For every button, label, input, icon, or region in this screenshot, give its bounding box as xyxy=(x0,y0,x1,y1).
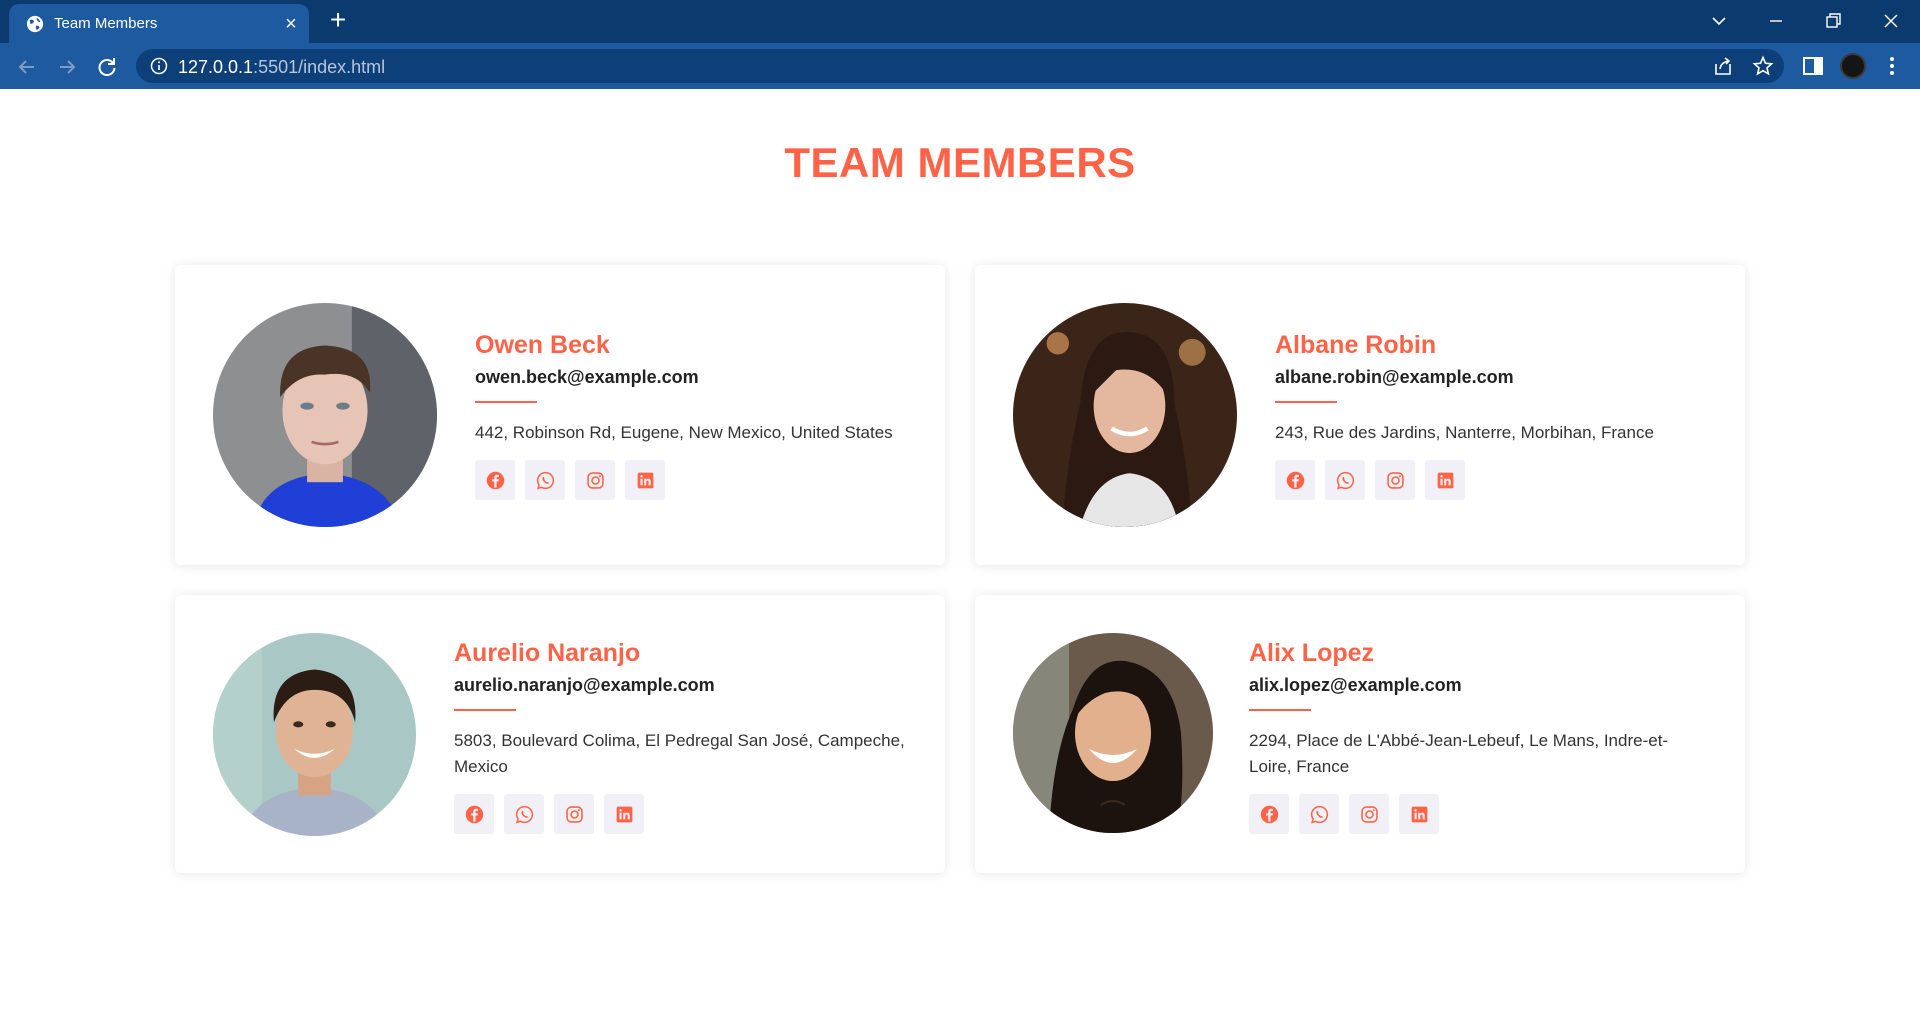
url-path: :5501/index.html xyxy=(253,57,386,77)
divider-line xyxy=(475,401,537,403)
facebook-button[interactable] xyxy=(1275,460,1315,500)
member-name: Alix Lopez xyxy=(1249,639,1375,667)
instagram-icon xyxy=(565,805,583,823)
address-bar[interactable]: 127.0.0.1:5501/index.html xyxy=(136,49,1784,83)
member-email: owen.beck@example.com xyxy=(475,367,699,387)
member-card: Aurelio Naranjo aurelio.naranjo@example.… xyxy=(175,595,945,873)
linkedin-button[interactable] xyxy=(1425,460,1465,500)
member-name: Owen Beck xyxy=(475,331,610,359)
member-name: Aurelio Naranjo xyxy=(454,639,641,667)
new-tab-icon[interactable]: + xyxy=(325,6,351,34)
divider-line xyxy=(1249,709,1311,711)
member-email: alix.lopez@example.com xyxy=(1249,675,1462,695)
member-name: Albane Robin xyxy=(1275,331,1437,359)
whatsapp-icon xyxy=(1310,805,1328,823)
instagram-icon xyxy=(1360,805,1378,823)
whatsapp-button[interactable] xyxy=(525,460,565,500)
social-links xyxy=(454,794,914,834)
member-email: albane.robin@example.com xyxy=(1275,367,1514,387)
site-info-icon[interactable] xyxy=(150,57,168,75)
linkedin-icon xyxy=(1437,472,1453,488)
page-title: TEAM MEMBERS xyxy=(784,139,1136,186)
member-photo xyxy=(213,303,437,527)
facebook-icon xyxy=(1260,805,1278,823)
whatsapp-button[interactable] xyxy=(504,794,544,834)
member-info: Alix Lopez alix.lopez@example.com 2294, … xyxy=(1249,637,1709,834)
minimize-icon[interactable] xyxy=(1761,6,1791,36)
facebook-button[interactable] xyxy=(1249,794,1289,834)
instagram-icon xyxy=(1386,471,1404,489)
back-icon[interactable] xyxy=(14,54,40,80)
member-address: 2294, Place de L'Abbé-Jean-Lebeuf, Le Ma… xyxy=(1249,731,1669,776)
member-info: Albane Robin albane.robin@example.com 24… xyxy=(1275,329,1715,500)
whatsapp-button[interactable] xyxy=(1299,794,1339,834)
browser-titlebar: Team Members × + xyxy=(0,0,1920,43)
member-email: aurelio.naranjo@example.com xyxy=(454,675,715,695)
member-info: Aurelio Naranjo aurelio.naranjo@example.… xyxy=(454,637,914,834)
facebook-icon xyxy=(486,471,504,489)
whatsapp-icon xyxy=(536,471,554,489)
side-panel-icon[interactable] xyxy=(1800,53,1826,79)
linkedin-icon xyxy=(637,472,653,488)
linkedin-button[interactable] xyxy=(625,460,665,500)
instagram-button[interactable] xyxy=(1349,794,1389,834)
linkedin-icon xyxy=(1411,806,1427,822)
linkedin-icon xyxy=(616,806,632,822)
instagram-icon xyxy=(586,471,604,489)
tab-search-icon[interactable] xyxy=(1704,6,1734,36)
forward-icon[interactable] xyxy=(54,54,80,80)
linkedin-button[interactable] xyxy=(604,794,644,834)
globe-icon xyxy=(26,15,44,33)
whatsapp-icon xyxy=(1336,471,1354,489)
facebook-button[interactable] xyxy=(475,460,515,500)
bookmark-star-icon[interactable] xyxy=(1752,55,1774,77)
instagram-button[interactable] xyxy=(575,460,615,500)
facebook-icon xyxy=(1286,471,1304,489)
member-info: Owen Beck owen.beck@example.com 442, Rob… xyxy=(475,329,915,500)
whatsapp-button[interactable] xyxy=(1325,460,1365,500)
member-photo xyxy=(1013,303,1237,527)
divider-line xyxy=(454,709,516,711)
facebook-icon xyxy=(465,805,483,823)
member-card: Alix Lopez alix.lopez@example.com 2294, … xyxy=(975,595,1745,873)
member-address: 442, Robinson Rd, Eugene, New Mexico, Un… xyxy=(475,423,893,442)
url-host: 127.0.0.1 xyxy=(178,57,254,77)
url-text: 127.0.0.1:5501/index.html xyxy=(178,57,385,78)
member-address: 243, Rue des Jardins, Nanterre, Morbihan… xyxy=(1275,423,1654,442)
social-links xyxy=(1249,794,1709,834)
share-icon[interactable] xyxy=(1712,55,1734,77)
divider-line xyxy=(1275,401,1337,403)
member-address: 5803, Boulevard Colima, El Pedregal San … xyxy=(454,731,905,776)
linkedin-button[interactable] xyxy=(1399,794,1439,834)
tab-title: Team Members xyxy=(54,15,158,32)
restore-icon[interactable] xyxy=(1818,6,1848,36)
browser-toolbar: 127.0.0.1:5501/index.html xyxy=(0,43,1920,89)
member-card: Albane Robin albane.robin@example.com 24… xyxy=(975,265,1745,565)
tab-close-icon[interactable]: × xyxy=(281,14,301,34)
member-photo xyxy=(213,633,416,836)
instagram-button[interactable] xyxy=(554,794,594,834)
instagram-button[interactable] xyxy=(1375,460,1415,500)
page-content: TEAM MEMBERS Owen Beck owen.beck@example… xyxy=(0,89,1920,1020)
social-links xyxy=(1275,460,1715,500)
browser-tab[interactable]: Team Members × xyxy=(9,4,309,43)
whatsapp-icon xyxy=(515,805,533,823)
member-photo xyxy=(1013,633,1213,833)
more-menu-icon[interactable] xyxy=(1883,53,1901,79)
profile-avatar-icon[interactable] xyxy=(1840,53,1866,79)
close-window-icon[interactable] xyxy=(1876,6,1906,36)
reload-icon[interactable] xyxy=(94,54,120,80)
facebook-button[interactable] xyxy=(454,794,494,834)
member-card: Owen Beck owen.beck@example.com 442, Rob… xyxy=(175,265,945,565)
social-links xyxy=(475,460,915,500)
